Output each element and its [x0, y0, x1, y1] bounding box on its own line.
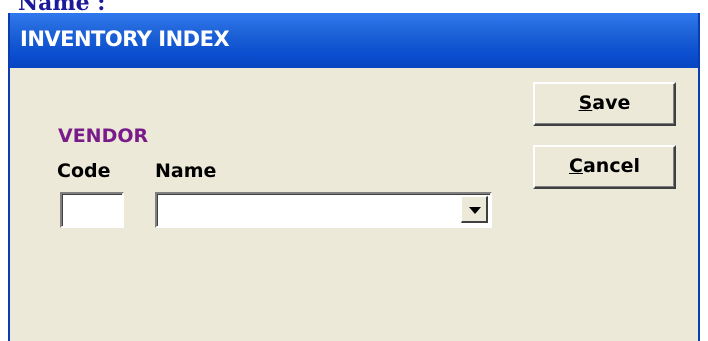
code-label: Code [57, 160, 111, 182]
inventory-index-window: INVENTORY INDEX VENDOR Code Name Save Ca… [8, 13, 700, 341]
vendor-section-label: VENDOR [58, 125, 149, 147]
vendor-name-dropdown[interactable] [155, 192, 492, 228]
title-bar[interactable]: INVENTORY INDEX [10, 13, 698, 68]
window-title: INVENTORY INDEX [20, 27, 230, 51]
name-label: Name [155, 160, 217, 182]
save-accelerator: S [578, 92, 593, 114]
dialog-client-area: VENDOR Code Name Save Cancel [10, 68, 698, 341]
cancel-label-rest: ancel [582, 155, 640, 177]
dropdown-button[interactable] [461, 196, 488, 223]
cancel-accelerator: C [569, 155, 583, 177]
chevron-down-icon [469, 207, 481, 214]
save-button[interactable]: Save [533, 82, 676, 126]
save-label-rest: ave [592, 92, 631, 114]
cancel-button[interactable]: Cancel [533, 145, 676, 189]
vendor-code-input[interactable] [60, 192, 124, 228]
